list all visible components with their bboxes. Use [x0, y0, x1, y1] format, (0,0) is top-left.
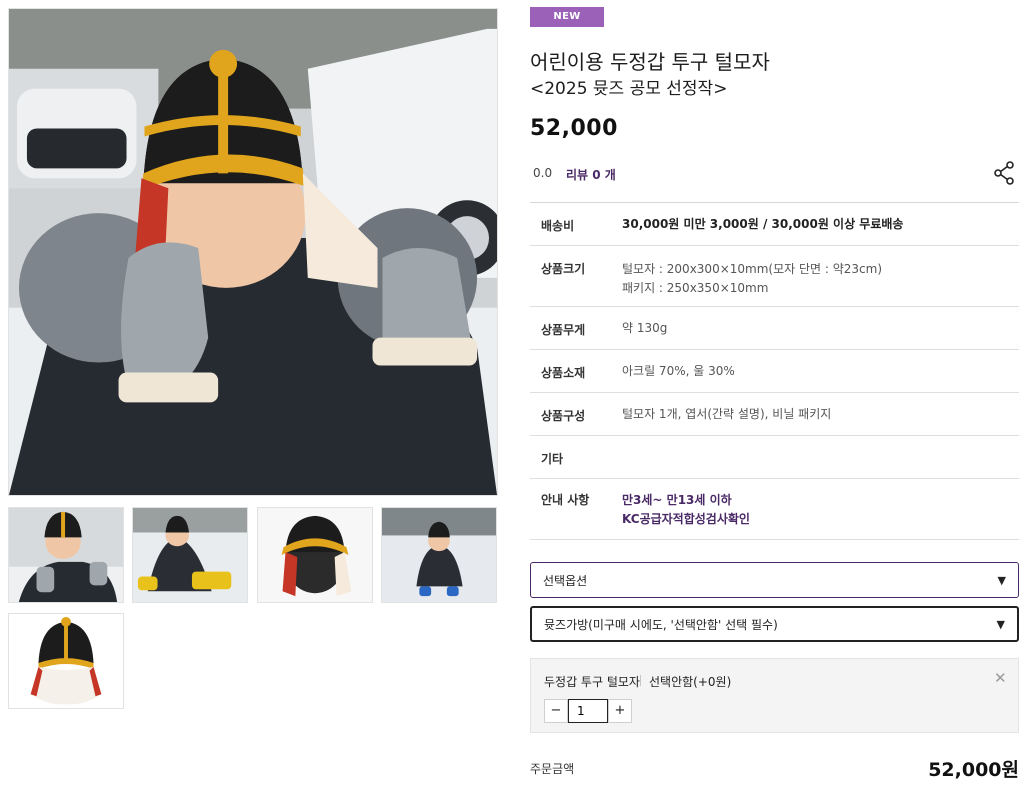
- spec-value: 털모자 1개, 엽서(간략 설명), 비닐 패키지: [622, 407, 832, 421]
- chevron-down-icon: ▼: [996, 617, 1005, 631]
- spec-value: 30,000원 미만 3,000원 / 30,000원 이상 무료배송: [622, 217, 904, 231]
- spec-value: 약 130g: [622, 321, 668, 335]
- selected-item-option: 선택안함(+0원): [649, 675, 732, 689]
- spec-row-etc: 기타: [530, 436, 1019, 479]
- product-info-panel: NEW 어린이용 두정갑 투구 털모자 <2025 뮷즈 공모 선정작> 52,…: [530, 0, 1019, 785]
- spec-row-weight: 상품무게 약 130g: [530, 307, 1019, 350]
- product-subtitle: <2025 뮷즈 공모 선정작>: [530, 79, 728, 99]
- thumbnail-5[interactable]: [8, 613, 124, 709]
- close-icon[interactable]: ✕: [994, 669, 1007, 687]
- quantity-stepper: − +: [544, 699, 632, 723]
- main-product-photo[interactable]: [8, 8, 498, 496]
- spec-value-line: 패키지 : 250x350×10mm: [622, 281, 769, 295]
- bag-option-select[interactable]: 뮷즈가방(미구매 시에도, '선택안함' 선택 필수) ▼: [530, 606, 1019, 642]
- spec-value: 만3세~ 만13세 이하 KC공급자적합성검사확인: [622, 491, 1019, 539]
- spec-row-notice: 안내 사항 만3세~ 만13세 이하 KC공급자적합성검사확인: [530, 479, 1019, 540]
- spec-label: 상품무게: [541, 323, 586, 337]
- spec-table: 배송비 30,000원 미만 3,000원 / 30,000원 이상 무료배송 …: [530, 202, 1019, 540]
- rating-score: 0.0: [533, 166, 553, 180]
- thumbnail-4[interactable]: [381, 507, 497, 603]
- spec-value: 털모자 : 200x300×10mm(모자 단면 : 약23cm) 패키지 : …: [622, 260, 1019, 306]
- thumbnail-1[interactable]: [8, 507, 124, 603]
- product-price: 52,000: [530, 116, 618, 141]
- share-icon[interactable]: [992, 160, 1016, 186]
- spec-value-line: KC공급자적합성검사확인: [622, 512, 750, 526]
- increase-button[interactable]: +: [608, 699, 632, 723]
- spec-label: 배송비: [541, 219, 575, 233]
- spec-row-composition: 상품구성 털모자 1개, 엽서(간략 설명), 비닐 패키지: [530, 393, 1019, 436]
- quantity-input[interactable]: [568, 699, 608, 723]
- spec-value-line: 만3세~ 만13세 이하: [622, 493, 732, 507]
- spec-label: 상품크기: [541, 262, 586, 276]
- option-select[interactable]: 선택옵션 ▼: [530, 562, 1019, 598]
- order-total-label: 주문금액: [530, 762, 575, 776]
- spec-row-size: 상품크기 털모자 : 200x300×10mm(모자 단면 : 약23cm) 패…: [530, 246, 1019, 307]
- thumbnail-3[interactable]: [257, 507, 373, 603]
- spec-value: 아크릴 70%, 울 30%: [622, 364, 735, 378]
- spec-value: [622, 450, 1019, 478]
- spec-label: 기타: [541, 452, 564, 466]
- spec-label: 안내 사항: [541, 493, 590, 507]
- review-count-link[interactable]: 리뷰 0 개: [566, 166, 616, 183]
- chevron-down-icon: ▼: [997, 573, 1006, 587]
- spec-label: 상품소재: [541, 366, 586, 380]
- selected-item-name: 두정갑 투구 털모자: [544, 675, 640, 689]
- option-select-value: 선택옵션: [543, 573, 588, 588]
- spec-row-material: 상품소재 아크릴 70%, 울 30%: [530, 350, 1019, 393]
- bag-option-select-value: 뮷즈가방(미구매 시에도, '선택안함' 선택 필수): [544, 617, 778, 632]
- product-title: 어린이용 두정갑 투구 털모자: [530, 50, 770, 74]
- thumbnail-2[interactable]: [132, 507, 248, 603]
- decrease-button[interactable]: −: [544, 699, 568, 723]
- new-badge: NEW: [530, 7, 604, 27]
- order-total-value: 52,000원: [928, 759, 1019, 781]
- divider: [640, 675, 641, 686]
- spec-row-shipping: 배송비 30,000원 미만 3,000원 / 30,000원 이상 무료배송: [530, 203, 1019, 246]
- selected-item-box: 두정갑 투구 털모자 선택안함(+0원) ✕ − +: [530, 658, 1019, 733]
- spec-label: 상품구성: [541, 409, 586, 423]
- spec-value-line: 털모자 : 200x300×10mm(모자 단면 : 약23cm): [622, 262, 883, 276]
